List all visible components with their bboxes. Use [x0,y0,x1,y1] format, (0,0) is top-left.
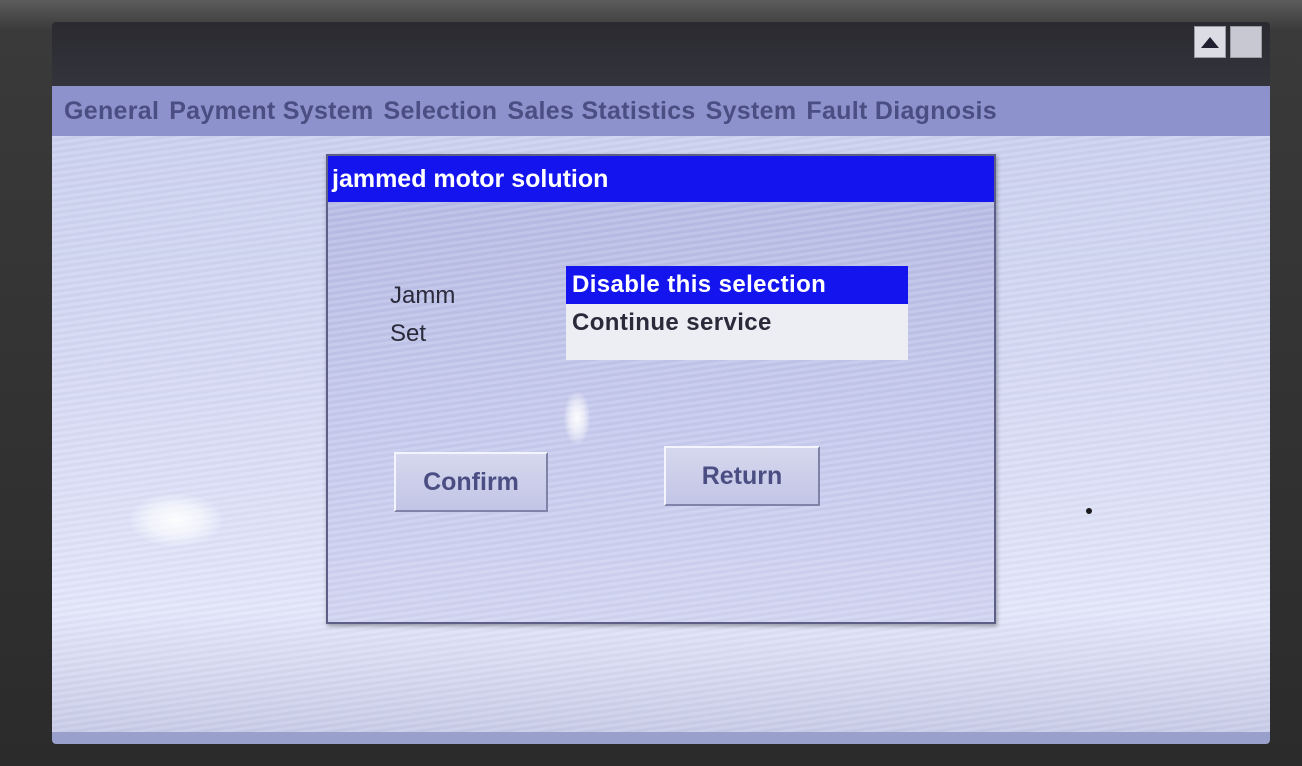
dialog-title: jammed motor solution [328,156,994,202]
jamm-set-option-list[interactable]: Disable this selection Continue service [566,266,908,360]
menu-general[interactable]: General [64,97,159,126]
menu-selection[interactable]: Selection [384,97,498,126]
window-control-button[interactable] [1230,26,1262,58]
jammed-motor-dialog: jammed motor solution Jamm Set Disable t… [326,154,996,624]
option-continue-service[interactable]: Continue service [566,304,908,342]
confirm-button[interactable]: Confirm [394,452,548,512]
option-disable-selection[interactable]: Disable this selection [566,266,908,304]
menu-system[interactable]: System [706,97,797,126]
main-menu-bar: General Payment System Selection Sales S… [52,86,1270,136]
screen-dust-speck [1086,508,1092,514]
window-title-strip [52,22,1270,86]
touch-screen: General Payment System Selection Sales S… [52,22,1270,744]
dialog-glare [564,392,590,444]
menu-fault-diagnosis[interactable]: Fault Diagnosis [806,97,997,126]
scroll-up-button[interactable] [1194,26,1226,58]
set-label: Set [390,320,427,347]
screen-glare [130,494,222,546]
jamm-label: Jamm [390,282,456,309]
up-arrow-icon [1201,36,1219,48]
bottom-status-strip [52,732,1270,744]
window-controls [1194,26,1262,58]
menu-sales-statistics[interactable]: Sales Statistics [507,97,695,126]
return-button[interactable]: Return [664,446,820,506]
menu-payment-system[interactable]: Payment System [169,97,373,126]
